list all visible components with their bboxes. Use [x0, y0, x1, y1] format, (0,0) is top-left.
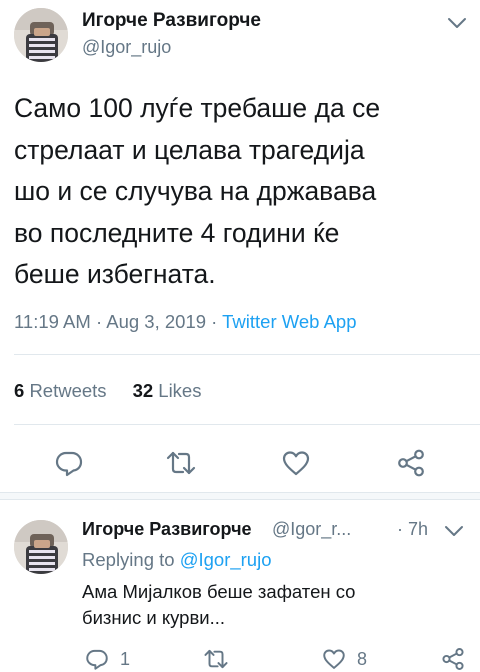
tweet-date: Aug 3, 2019 [106, 311, 207, 332]
divider [14, 424, 480, 425]
retweets-label: Retweets [29, 380, 107, 401]
tweet-separator [0, 492, 480, 500]
retweets-count: 6 [14, 380, 25, 401]
likes-count: 32 [132, 380, 154, 401]
reply-icon [86, 649, 108, 670]
likes-stat[interactable]: 32 Likes [133, 380, 202, 401]
heart-icon[interactable] [280, 447, 312, 479]
reply-icon[interactable] [53, 447, 85, 479]
retweet-button[interactable] [203, 646, 229, 672]
replying-to: Replying to @Igor_rujo [82, 549, 272, 571]
avatar-image [14, 520, 68, 574]
share-button[interactable] [440, 646, 466, 672]
like-count: 8 [357, 648, 368, 669]
main-tweet: Игорче Развигорче @Igor_rujo Само 100 лу… [0, 0, 480, 492]
retweets-stat[interactable]: 6 Retweets [14, 380, 107, 401]
avatar[interactable] [14, 520, 68, 574]
likes-label: Likes [158, 380, 202, 401]
replying-mention-link[interactable]: @Igor_rujo [180, 549, 272, 570]
display-name[interactable]: Игорче Развигорче [82, 519, 252, 540]
tweet-meta: 11:19 AM · Aug 3, 2019 · Twitter Web App [14, 311, 357, 333]
display-name[interactable]: Игорче Развигорче [82, 10, 261, 32]
tweet-source-link[interactable]: Twitter Web App [222, 311, 356, 332]
tweet-age: 7h [408, 519, 429, 539]
divider [14, 354, 480, 355]
reply-count: 1 [120, 648, 131, 669]
tweet-time: · 7h [397, 519, 428, 540]
tweet-text: Само 100 луѓе требаше да се стрелаат и ц… [14, 93, 381, 289]
meta-dot: · [397, 519, 403, 539]
chevron-down-icon[interactable] [447, 16, 467, 30]
like-button[interactable]: 8 [321, 646, 367, 672]
tweet-time: 11:19 AM [14, 311, 91, 332]
tweet-text: Ама Мијалков беше зафатен со бизнис и ку… [82, 581, 356, 628]
reply-button[interactable]: 1 [84, 646, 130, 672]
share-icon[interactable] [395, 447, 427, 479]
retweet-icon [204, 649, 228, 669]
tweet-stats: 6 Retweets 32 Likes [14, 380, 201, 402]
reply-tweet[interactable]: Игорче Развигорче @Igor_r... · 7h Replyi… [0, 500, 480, 672]
avatar[interactable] [14, 8, 68, 62]
user-handle[interactable]: @Igor_rujo [82, 37, 171, 58]
chevron-down-icon[interactable] [444, 524, 464, 538]
meta-dot: · [95, 311, 103, 332]
user-handle[interactable]: @Igor_r... [272, 519, 351, 540]
heart-icon [323, 649, 345, 669]
share-icon [442, 648, 464, 670]
retweet-icon[interactable] [165, 447, 197, 479]
meta-dot: · [211, 311, 218, 332]
avatar-image [14, 8, 68, 62]
replying-label: Replying to [82, 549, 175, 570]
